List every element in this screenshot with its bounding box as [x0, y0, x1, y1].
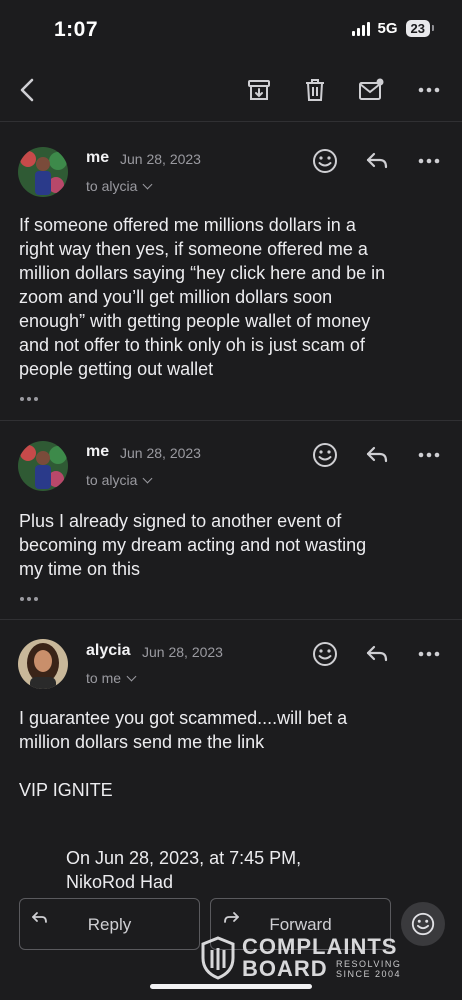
message-body: I guarantee you got scammed....will bet … [19, 708, 348, 800]
signal-icon [351, 21, 370, 36]
message-body: If someone offered me millions dollars i… [19, 215, 386, 379]
forward-label: Forward [269, 915, 332, 934]
chevron-down-icon [142, 179, 153, 190]
chevron-left-icon[interactable] [14, 76, 42, 104]
message-date: Jun 28, 2023 [142, 644, 223, 660]
status-time: 1:07 [54, 18, 99, 41]
status-bar: 1:07 5G 23 [0, 0, 462, 60]
show-trimmed-content-icon[interactable] [20, 397, 38, 401]
quoted-intro: On Jun 28, 2023, at 7:45 PM, NikoRod Had [66, 848, 302, 892]
watermark-line2: BOARD [242, 956, 328, 981]
recipient-line[interactable]: to me [86, 670, 137, 686]
avatar [18, 639, 68, 689]
more-horizontal-icon[interactable] [415, 76, 443, 104]
archive-icon[interactable] [245, 76, 273, 104]
reply-icon[interactable] [363, 147, 391, 175]
sender-name: alycia [86, 642, 131, 659]
shield-icon [201, 936, 235, 980]
show-trimmed-content-icon[interactable] [20, 597, 38, 601]
battery-icon: 23 [405, 20, 435, 37]
avatar [18, 147, 68, 197]
mail-icon[interactable] [357, 76, 385, 104]
home-indicator [150, 984, 312, 989]
recipient-label: to me [86, 670, 122, 686]
email-message[interactable]: me Jun 28, 2023 to alycia Plus I already… [0, 421, 462, 620]
more-horizontal-icon[interactable] [415, 640, 443, 668]
emoji-reaction-icon[interactable] [311, 147, 339, 175]
sender-name: me [86, 443, 110, 460]
avatar [18, 441, 68, 491]
recipient-label: to alycia [86, 472, 138, 488]
emoji-reaction-icon[interactable] [311, 640, 339, 668]
recipient-line[interactable]: to alycia [86, 178, 153, 194]
trash-icon[interactable] [301, 76, 329, 104]
complaints-board-watermark: COMPLAINTS BOARD RESOLVING SINCE 2004 [200, 934, 420, 982]
chevron-down-icon [126, 671, 137, 682]
network-type: 5G [377, 20, 398, 37]
email-message[interactable]: me Jun 28, 2023 to alycia If someone off… [0, 123, 462, 421]
recipient-line[interactable]: to alycia [86, 472, 153, 488]
reply-button[interactable]: Reply [19, 898, 200, 950]
chevron-down-icon [142, 473, 153, 484]
message-body: Plus I already signed to another event o… [19, 511, 367, 579]
watermark-tagline: RESOLVING SINCE 2004 [336, 959, 402, 979]
emoji-reaction-icon[interactable] [311, 441, 339, 469]
more-horizontal-icon[interactable] [415, 441, 443, 469]
recipient-label: to alycia [86, 178, 138, 194]
reply-icon[interactable] [363, 441, 391, 469]
reply-label: Reply [87, 915, 132, 934]
message-date: Jun 28, 2023 [120, 445, 201, 461]
reply-icon[interactable] [363, 640, 391, 668]
status-indicators: 5G 23 [351, 20, 435, 37]
email-message[interactable]: alycia Jun 28, 2023 to me I guarantee yo… [0, 620, 462, 895]
message-date: Jun 28, 2023 [120, 151, 201, 167]
more-horizontal-icon[interactable] [415, 147, 443, 175]
mail-toolbar [0, 60, 462, 122]
sender-name: me [86, 149, 110, 166]
